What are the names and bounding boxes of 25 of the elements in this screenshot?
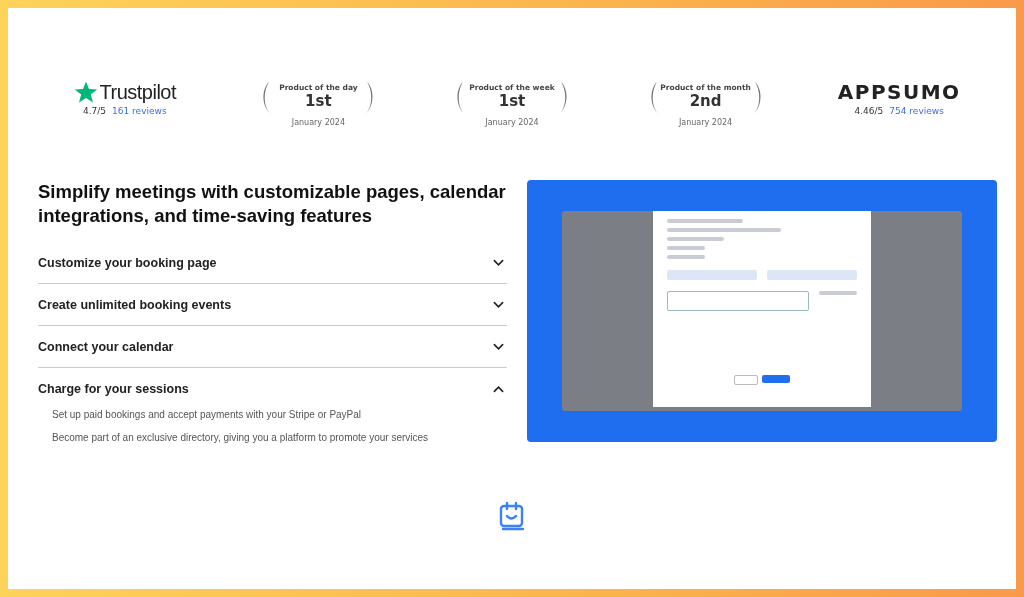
reviews-link[interactable]: 161 reviews — [112, 106, 167, 116]
calendar-icon — [498, 501, 526, 531]
award-date: January 2024 — [678, 118, 733, 127]
accordion-header[interactable]: Connect your calendar — [38, 326, 507, 367]
rating-score: 4.7/5 — [83, 106, 107, 116]
reviews-link[interactable]: 754 reviews — [889, 106, 944, 116]
accordion-header[interactable]: Customize your booking page — [38, 242, 507, 283]
chevron-icon — [493, 384, 504, 393]
feature-description: Set up paid bookings and accept payments with your Stripe or PayPal — [52, 409, 363, 420]
brand-logo: APPSUMO — [837, 80, 961, 104]
chevron-icon — [493, 342, 504, 351]
award-rank: 2nd — [689, 91, 722, 110]
feature-description: Become part of an exclusive directory, giving you a platform to promote your services — [52, 432, 430, 443]
chevron-icon — [493, 258, 504, 267]
accordion-header[interactable]: Create unlimited booking events — [38, 284, 507, 325]
rating-score: 4.46/5 — [854, 106, 884, 116]
award-date: January 2024 — [485, 118, 539, 127]
chevron-icon — [493, 300, 504, 309]
accordion-header[interactable]: Charge for your sessions — [38, 368, 507, 409]
award-rank: 1st — [498, 91, 526, 110]
brand-logo: Trustpilot — [99, 80, 177, 104]
section-heading: Simplify meetings with customizable pages, calendar integrations, and time-saving features — [38, 180, 507, 228]
award-date: January 2024 — [291, 118, 345, 127]
award-rank: 1st — [305, 91, 332, 110]
star-icon — [73, 80, 98, 104]
